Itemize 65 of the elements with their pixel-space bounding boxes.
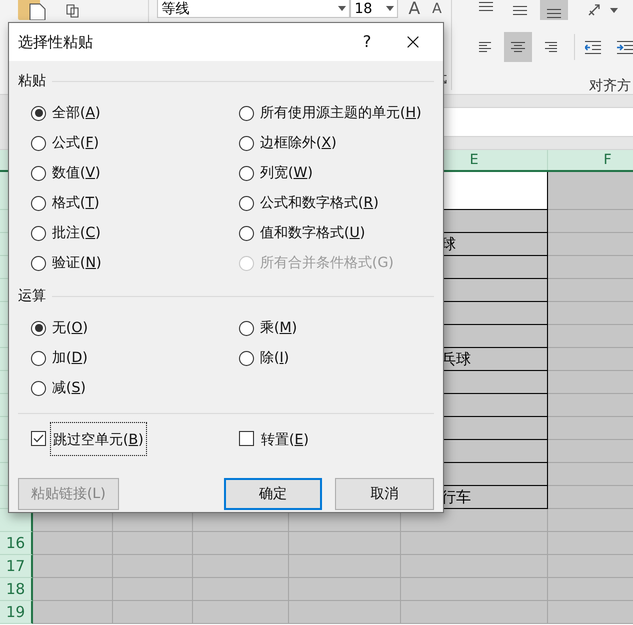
radio-label[interactable]: 格式(T)	[52, 196, 100, 210]
shrink-font-button[interactable]: A	[432, 2, 442, 16]
radio-label[interactable]: 全部(A)	[52, 106, 101, 120]
radio-label[interactable]: 无(O)	[52, 321, 88, 335]
horizontal-align-button[interactable]	[504, 32, 532, 62]
radio-button[interactable]	[239, 166, 254, 180]
radio-button[interactable]	[31, 320, 46, 336]
radio-label[interactable]: 所有使用源主题的单元(H)	[260, 106, 422, 120]
decrease-indent-icon	[585, 40, 601, 54]
radio-label[interactable]: 减(S)	[52, 381, 86, 395]
checkbox-label[interactable]: 转置(E)	[261, 432, 309, 448]
column-header[interactable]: F	[548, 150, 633, 170]
vertical-align-button[interactable]	[540, 0, 568, 20]
window-title: 选择性粘贴	[18, 32, 94, 53]
copy-icon	[66, 4, 80, 18]
radio-label[interactable]: 数值(V)	[52, 166, 101, 180]
radio-button[interactable]	[239, 320, 254, 336]
checkbox[interactable]	[31, 431, 46, 446]
radio-label[interactable]: 列宽(W)	[260, 166, 313, 180]
section-heading: 运算	[18, 286, 46, 306]
radio-button[interactable]	[239, 136, 254, 150]
radio-label[interactable]: 公式(F)	[52, 136, 99, 150]
radio-button[interactable]	[31, 196, 46, 210]
caret-icon	[338, 6, 346, 11]
font-size-dropdown[interactable]: 18	[350, 0, 398, 18]
caret-icon	[610, 8, 618, 12]
align-lines-icon	[511, 42, 525, 52]
radio-button[interactable]	[31, 256, 46, 270]
radio-button[interactable]	[239, 106, 254, 120]
font-name-dropdown[interactable]: 等线	[157, 0, 350, 18]
align-lines-icon	[547, 9, 561, 18]
align-lines-icon	[513, 6, 527, 14]
radio-button[interactable]	[239, 226, 254, 240]
caret-icon	[386, 6, 394, 11]
grow-font-button[interactable]: A	[408, 0, 420, 18]
radio-button[interactable]	[31, 136, 46, 150]
radio-button[interactable]	[31, 166, 46, 180]
row-header[interactable]: 17	[0, 555, 33, 578]
radio-label[interactable]: 验证(N)	[52, 256, 102, 270]
radio-button[interactable]	[31, 350, 46, 366]
radio-button[interactable]	[239, 196, 254, 210]
increase-indent-icon	[617, 40, 633, 54]
radio-label[interactable]: 批注(C)	[52, 226, 101, 240]
radio-button[interactable]	[31, 226, 46, 240]
radio-button[interactable]	[31, 106, 46, 120]
row-header[interactable]: 16	[0, 532, 33, 555]
radio-button[interactable]	[31, 380, 46, 396]
align-lines-icon	[479, 42, 493, 52]
radio-button[interactable]	[239, 350, 254, 366]
align-lines-icon	[479, 2, 493, 11]
row-header[interactable]: 19	[0, 601, 33, 624]
group-label: 对齐方	[589, 77, 631, 96]
dialog-button[interactable]: 取消	[335, 478, 434, 510]
align-lines-icon	[543, 42, 557, 52]
checkbox[interactable]	[239, 431, 254, 446]
radio-label[interactable]: 值和数字格式(U)	[260, 226, 366, 240]
radio-label[interactable]: 除(I)	[260, 351, 290, 365]
radio-label[interactable]: 边框除外(X)	[260, 136, 337, 150]
section-heading: 粘贴	[18, 72, 46, 90]
dialog-button[interactable]: 确定	[224, 478, 322, 510]
help-button[interactable]: ?	[347, 27, 387, 57]
radio-label[interactable]: 加(D)	[52, 351, 88, 365]
row-header[interactable]: 18	[0, 578, 33, 601]
radio-label[interactable]: 公式和数字格式(R)	[260, 196, 379, 210]
radio-label[interactable]: 乘(M)	[260, 321, 298, 335]
